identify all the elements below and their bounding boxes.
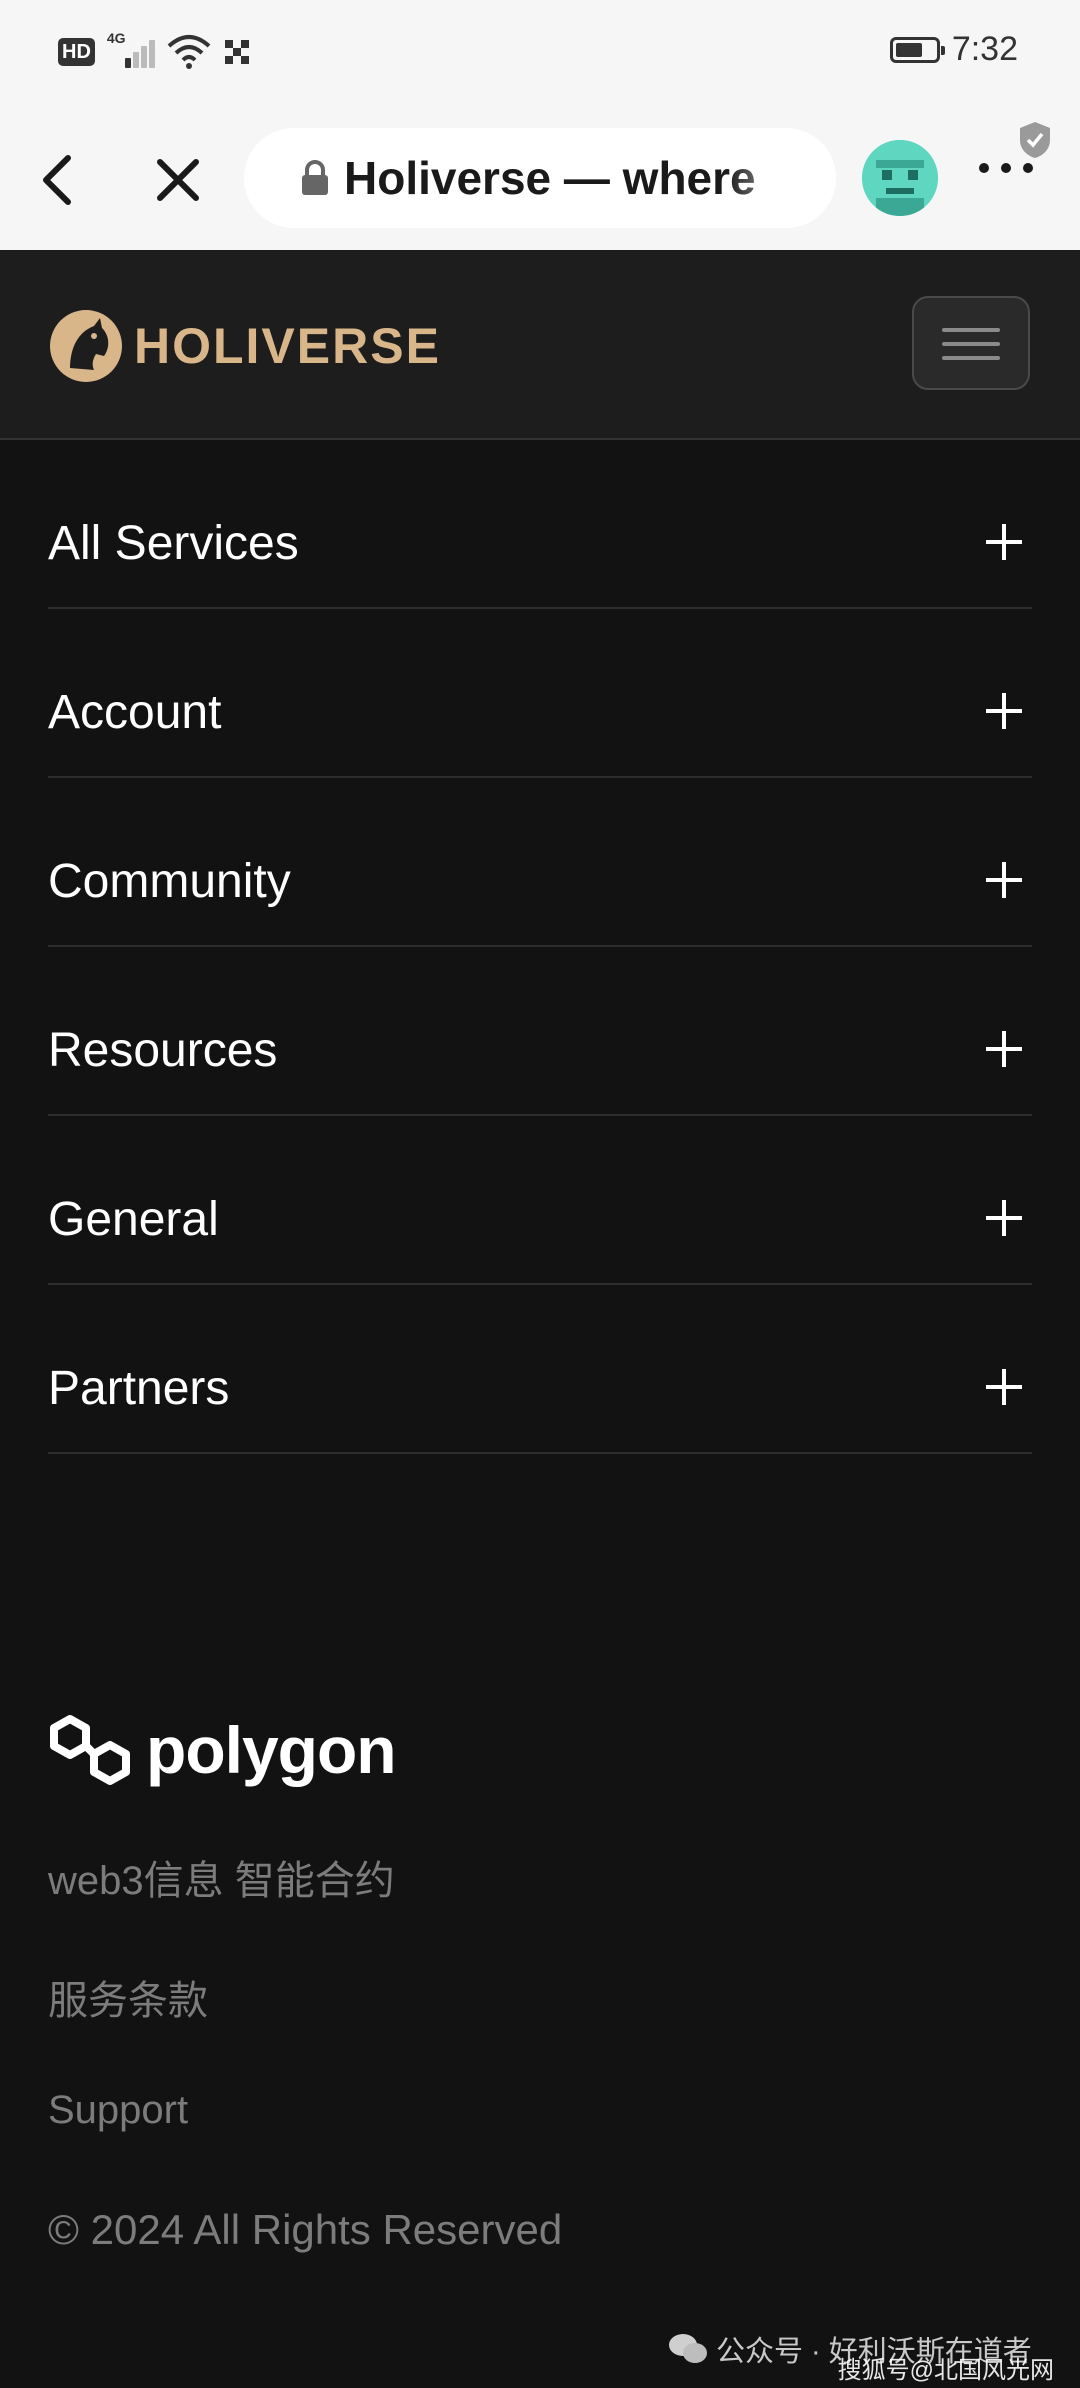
- watermark-secondary: 搜狐号@北国风光网: [837, 2357, 1054, 2384]
- cellular-signal-icon: 4G: [107, 30, 155, 70]
- hd-badge: HD: [58, 38, 95, 66]
- copyright-text: © 2024 All Rights Reserved: [48, 2206, 563, 2253]
- plus-icon[interactable]: [986, 1031, 1022, 1067]
- chevron-left-icon[interactable]: [38, 152, 78, 208]
- nav-item-all-services[interactable]: All Services: [48, 440, 1032, 609]
- brand-logo[interactable]: HOLIVERSE: [48, 308, 441, 384]
- polygon-logo[interactable]: polygon: [48, 1712, 397, 1788]
- nav-item-partners[interactable]: Partners: [48, 1285, 1032, 1454]
- pixel-avatar-icon: [862, 140, 938, 216]
- plus-icon[interactable]: [986, 1369, 1022, 1405]
- lock-icon: [302, 160, 328, 195]
- nav-item-general[interactable]: General: [48, 1116, 1032, 1285]
- browser-toolbar: Holiverse — where: [0, 108, 1080, 250]
- battery-icon: [889, 36, 945, 63]
- page-title: Holiverse — where: [344, 152, 756, 204]
- nav-item-community[interactable]: Community: [48, 778, 1032, 947]
- url-bar[interactable]: Holiverse — where: [244, 128, 836, 228]
- footer-link-terms[interactable]: 服务条款: [48, 1968, 208, 2026]
- nav-item-resources[interactable]: Resources: [48, 947, 1032, 1116]
- footer-link-support[interactable]: Support: [48, 2088, 188, 2133]
- close-icon[interactable]: [156, 158, 200, 202]
- nav-item-label: Partners: [48, 1362, 230, 1415]
- avatar[interactable]: [862, 140, 938, 216]
- wechat-icon: [669, 2334, 707, 2363]
- clock: 7:32: [951, 30, 1018, 68]
- status-bar: HD 4G 7:32: [0, 0, 1080, 108]
- brand-name: HOLIVERSE: [134, 318, 441, 374]
- footer-link-web3[interactable]: web3信息 智能合约: [48, 1848, 395, 1906]
- hamburger-menu-button[interactable]: [912, 296, 1030, 390]
- plus-icon[interactable]: [986, 862, 1022, 898]
- plus-icon[interactable]: [986, 1200, 1022, 1236]
- shield-check-icon[interactable]: [1018, 120, 1052, 160]
- nav-item-account[interactable]: Account: [48, 609, 1032, 778]
- data-transfer-icon: [224, 40, 249, 64]
- plus-icon[interactable]: [986, 524, 1022, 560]
- polygon-wordmark: polygon: [146, 1713, 397, 1787]
- polygon-icon: [50, 1715, 130, 1785]
- site-header: HOLIVERSE: [0, 250, 1080, 440]
- nav-accordion: All Services Account Community Resources…: [48, 440, 1032, 1454]
- wifi-icon: [167, 35, 211, 69]
- horse-head-icon: [50, 310, 122, 382]
- network-type-label: 4G: [106, 30, 126, 46]
- plus-icon[interactable]: [986, 693, 1022, 729]
- more-horizontal-icon[interactable]: [978, 162, 1034, 174]
